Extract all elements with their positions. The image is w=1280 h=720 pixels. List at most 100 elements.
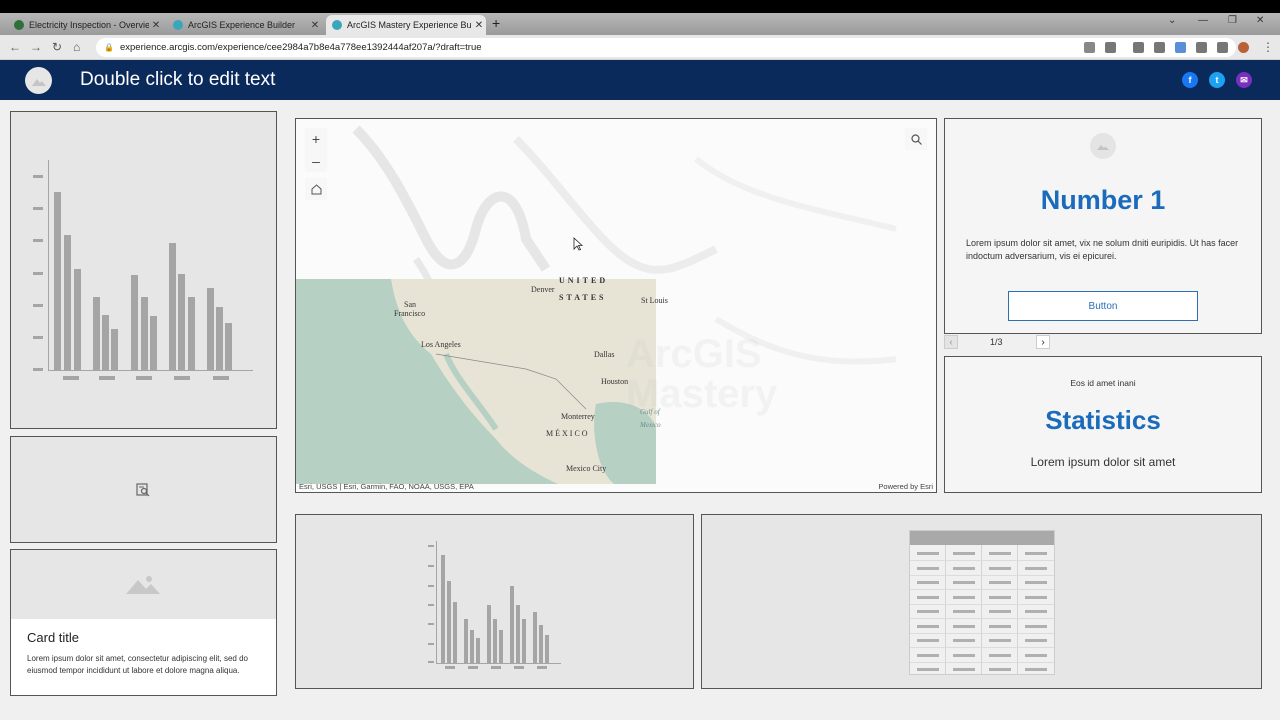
chart-bar	[516, 605, 520, 663]
table-cell	[1025, 668, 1047, 671]
chart-ytick	[428, 643, 434, 645]
map-label: Francisco	[394, 309, 426, 318]
puzzle-icon[interactable]	[1196, 42, 1207, 53]
page: Electricity Inspection - Overview ✕ ArcG…	[0, 0, 1280, 720]
map-widget[interactable]: UNITED STATES Denver St Louis San Franci…	[295, 118, 937, 493]
map-label: San	[404, 300, 416, 309]
table-row-divider	[910, 632, 1054, 634]
share-icon[interactable]	[1084, 42, 1095, 53]
table-cell	[1025, 653, 1047, 657]
number-heading: Number 1	[1040, 185, 1166, 215]
chart-xtick	[491, 666, 501, 669]
new-tab-button[interactable]: +	[492, 15, 500, 31]
table-cell	[989, 668, 1011, 671]
table-cell	[953, 653, 975, 657]
search-button[interactable]	[905, 128, 927, 150]
chart-bar	[487, 605, 491, 663]
watermark: ArcGIS Mastery	[626, 332, 778, 416]
table-cell	[953, 610, 975, 613]
left-chart-panel[interactable]	[10, 111, 277, 429]
card-panel[interactable]: Card title Lorem ipsum dolor sit amet, c…	[10, 549, 277, 696]
close-icon[interactable]: ✕	[308, 20, 322, 31]
left-search-panel[interactable]	[10, 436, 277, 543]
tab-experience-builder[interactable]: ArcGIS Experience Builder ✕	[167, 15, 322, 35]
chevron-right-icon[interactable]: ›	[1036, 335, 1050, 349]
map-label: Dallas	[594, 350, 615, 359]
table-row-divider	[910, 618, 1054, 619]
bottom-chart-panel[interactable]	[295, 514, 694, 689]
chevron-left-icon[interactable]: ‹	[944, 335, 958, 349]
zoom-out-button[interactable]: –	[305, 150, 327, 172]
table-cell	[1025, 552, 1047, 555]
chart-bar	[447, 581, 451, 663]
map-label: Los Angeles	[421, 340, 461, 349]
tab-electricity-inspection[interactable]: Electricity Inspection - Overview ✕	[8, 15, 163, 35]
table-row-divider	[910, 603, 1054, 605]
header-title[interactable]: Double click to edit text	[80, 69, 275, 91]
email-icon[interactable]: ✉	[1236, 72, 1252, 88]
chart-ytick	[428, 565, 434, 567]
chart-bar	[493, 619, 497, 663]
home-button[interactable]	[305, 178, 327, 200]
card-body: Lorem ipsum dolor sit amet, consectetur …	[27, 654, 248, 675]
statistics-card-panel[interactable]: Eos id amet inani Statistics Lorem ipsum…	[944, 356, 1262, 493]
chart-xtick	[136, 376, 152, 380]
close-icon[interactable]: ✕	[472, 20, 486, 31]
number-card-panel[interactable]: Number 1 Lorem ipsum dolor sit amet, vix…	[944, 118, 1262, 334]
chart-bar	[499, 630, 503, 663]
table-row-divider	[910, 574, 1054, 576]
table-cell	[917, 668, 939, 671]
map-label: Mexico City	[566, 464, 607, 473]
chart-xtick	[63, 376, 79, 380]
arcgis-icon	[173, 20, 183, 30]
chart-ytick	[428, 604, 434, 606]
extension-icon[interactable]	[1154, 42, 1165, 53]
mouse-cursor-icon	[573, 237, 584, 256]
avatar[interactable]	[1238, 42, 1249, 53]
table-cell	[953, 595, 975, 599]
table-cell	[953, 639, 975, 642]
bookmark-star-icon[interactable]	[1105, 42, 1116, 53]
close-window-icon[interactable]: ✕	[1256, 15, 1264, 26]
table-cell	[989, 595, 1011, 599]
card-button[interactable]: Button	[1008, 291, 1198, 321]
chart-ytick	[33, 368, 43, 371]
chevron-down-icon[interactable]: ⌄	[1168, 15, 1176, 26]
table-cell	[1025, 624, 1047, 628]
url-field[interactable]: 🔒 experience.arcgis.com/experience/cee29…	[96, 38, 1236, 57]
table-cell	[989, 566, 1011, 570]
app-header: Double click to edit text f t ✉	[0, 60, 1280, 100]
chart-bar	[453, 602, 457, 663]
facebook-icon[interactable]: f	[1182, 72, 1198, 88]
table-cell	[989, 639, 1011, 642]
chart-xtick	[99, 376, 115, 380]
sidebar-icon[interactable]	[1217, 42, 1228, 53]
extension-icon[interactable]	[1175, 42, 1186, 53]
minimize-icon[interactable]: —	[1198, 15, 1208, 26]
search-document-icon	[136, 483, 150, 502]
chart-xtick	[514, 666, 524, 669]
chart-bar	[476, 638, 480, 663]
twitter-icon[interactable]: t	[1209, 72, 1225, 88]
chart-bar	[545, 635, 549, 663]
menu-icon[interactable]: ⋮	[1262, 40, 1274, 54]
bottom-table-panel[interactable]	[701, 514, 1262, 689]
chart-axis-x	[48, 370, 253, 371]
tab-mastery-experience-builder[interactable]: ArcGIS Mastery Experience Builde ✕	[326, 15, 486, 35]
chart-xtick	[537, 666, 547, 669]
back-icon[interactable]: ←	[9, 40, 21, 54]
chart-bar	[470, 630, 474, 663]
card-image-placeholder	[11, 550, 276, 619]
forward-icon[interactable]: →	[30, 40, 42, 54]
home-icon	[311, 183, 321, 194]
reload-icon[interactable]: ↻	[52, 40, 62, 54]
extension-icon[interactable]	[1133, 42, 1144, 53]
home-icon[interactable]: ⌂	[73, 40, 80, 54]
chart-bar	[169, 243, 176, 370]
zoom-in-button[interactable]: +	[305, 128, 327, 150]
map-attribution[interactable]: Esri, USGS | Esri, Garmin, FAO, NOAA, US…	[299, 482, 474, 491]
map-label: Denver	[531, 285, 555, 294]
close-icon[interactable]: ✕	[149, 20, 163, 31]
powered-by-esri[interactable]: Powered by Esri	[878, 482, 933, 491]
restore-icon[interactable]: ❐	[1228, 15, 1237, 26]
